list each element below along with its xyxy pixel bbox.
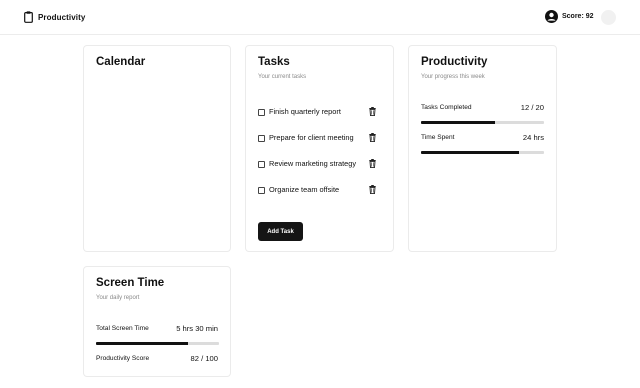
tasks-completed-value: 12 / 20 [520,103,544,112]
productivity-title: Productivity [421,56,488,68]
productivity-score-value: 82 / 100 [190,354,218,363]
total-screen-time-value: 5 hrs 30 min [176,324,218,333]
tasks-completed-fill [421,121,495,124]
add-task-button[interactable]: Add Task [258,222,303,241]
tasks-title: Tasks [258,56,290,68]
app-title: Productivity [38,12,86,22]
screen-time-progress [96,342,219,345]
brand[interactable]: Productivity [24,11,85,23]
score-display: Score: 92 [545,10,594,23]
productivity-score-label: Productivity Score [96,355,150,362]
time-spent-fill [421,151,520,154]
task-label: Review marketing strategy [269,159,357,168]
calendar-card: Calendar [83,45,231,252]
total-screen-time-label: Total Screen Time [96,325,149,332]
avatar[interactable] [601,10,616,25]
tasks-completed-progress [421,121,544,124]
task-checkbox[interactable] [258,186,265,194]
screen-time-card: Screen Time Your daily report Total Scre… [83,266,231,377]
task-item: Organize team offsite [258,184,376,196]
task-label: Organize team offsite [269,185,340,194]
score-text: Score: 92 [562,13,594,20]
task-checkbox[interactable] [258,134,265,142]
task-checkbox[interactable] [258,160,265,168]
task-label: Finish quarterly report [269,107,341,116]
trash-icon[interactable] [369,159,376,168]
top-bar: Productivity Score: 92 [0,0,640,35]
task-item: Prepare for client meeting [258,132,376,144]
task-item: Finish quarterly report [258,106,376,118]
time-spent-label: Time Spent [421,134,455,141]
task-item: Review marketing strategy [258,158,376,170]
task-label: Prepare for client meeting [269,133,354,142]
task-checkbox[interactable] [258,108,265,116]
screen-time-title: Screen Time [96,277,165,289]
screen-time-fill [96,342,189,345]
trash-icon[interactable] [369,185,376,194]
time-spent-value: 24 hrs [522,133,544,142]
tasks-subtitle: Your current tasks [258,74,307,80]
calendar-title: Calendar [96,56,146,68]
clipboard-icon [24,11,33,23]
tasks-completed-label: Tasks Completed [421,104,472,111]
tasks-card: Tasks Your current tasks Finish quarterl… [245,45,394,252]
productivity-card: Productivity Your progress this week Tas… [408,45,557,252]
screen-time-subtitle: Your daily report [96,295,140,301]
user-circle-icon [545,10,558,23]
trash-icon[interactable] [369,133,376,142]
productivity-subtitle: Your progress this week [421,74,485,80]
time-spent-progress [421,151,544,154]
trash-icon[interactable] [369,107,376,116]
